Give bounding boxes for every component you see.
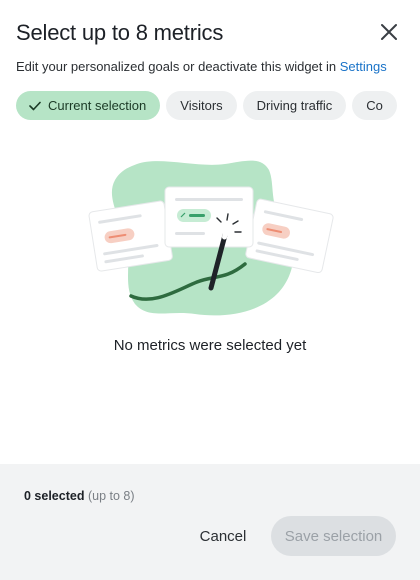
empty-state-illustration <box>88 160 334 316</box>
chip-label: Co <box>366 98 383 113</box>
illustration-card-center <box>164 186 254 248</box>
chip-label: Visitors <box>180 98 223 113</box>
chip-label: Current selection <box>48 98 147 113</box>
chip-label: Driving traffic <box>256 98 333 113</box>
settings-link[interactable]: Settings <box>340 59 387 74</box>
chip-visitors[interactable]: Visitors <box>166 91 237 120</box>
dialog-subtitle: Edit your personalized goals or deactiva… <box>16 59 387 75</box>
close-button[interactable] <box>374 17 404 47</box>
illustration-card-left <box>88 200 173 272</box>
selected-count: 0 selected <box>24 489 85 503</box>
dialog-footer: 0 selected (up to 8) Cancel Save selecti… <box>0 464 420 580</box>
metric-filter-chips: Current selection Visitors Driving traff… <box>16 91 404 121</box>
chip-driving-traffic[interactable]: Driving traffic <box>242 91 347 120</box>
chip-current-selection[interactable]: Current selection <box>16 91 161 120</box>
selection-count: 0 selected (up to 8) <box>24 489 135 503</box>
close-icon <box>381 24 397 40</box>
empty-state-message: No metrics were selected yet <box>113 337 307 354</box>
save-selection-button[interactable]: Save selection <box>271 516 396 556</box>
chip-truncated[interactable]: Co <box>352 91 397 120</box>
subtitle-text: Edit your personalized goals or deactiva… <box>16 59 340 74</box>
selection-limit-hint: (up to 8) <box>87 489 135 503</box>
metrics-dialog: Select up to 8 metrics Edit your persona… <box>0 0 420 580</box>
dialog-title: Select up to 8 metrics <box>16 20 224 45</box>
cancel-button[interactable]: Cancel <box>188 516 258 556</box>
check-icon <box>29 101 41 111</box>
